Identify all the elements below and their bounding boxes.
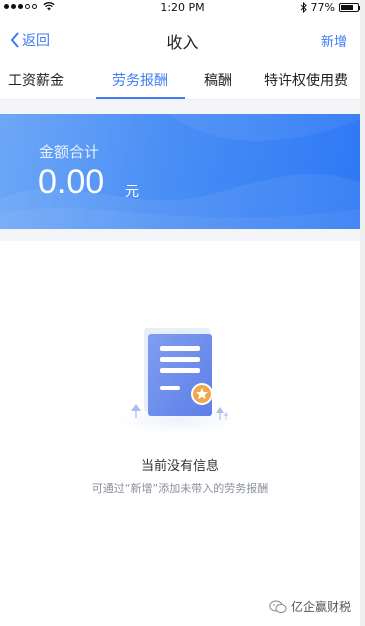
total-amount-value: 0.00 (38, 163, 105, 201)
wechat-icon (269, 600, 287, 613)
bluetooth-icon (300, 2, 307, 13)
scrollbar-track (360, 0, 365, 626)
add-button[interactable]: 新增 (321, 31, 347, 50)
battery-percent: 77% (310, 1, 335, 14)
tab-bar: 工资薪金 劳务报酬 稿酬 特许权使用费 (0, 62, 360, 100)
tab-author-remuneration[interactable]: 稿酬 (204, 70, 232, 90)
section-divider (0, 100, 360, 114)
tab-royalties[interactable]: 特许权使用费 (264, 70, 348, 90)
active-tab-indicator (96, 97, 185, 99)
currency-unit: 元 (125, 184, 139, 200)
tab-labor-remuneration[interactable]: 劳务报酬 (112, 70, 168, 90)
tab-salary[interactable]: 工资薪金 (8, 70, 64, 90)
empty-state-title: 当前没有信息 (140, 459, 219, 474)
section-divider (0, 229, 360, 241)
battery-fill (341, 5, 354, 10)
watermark: 亿企赢财税 (269, 598, 351, 615)
total-amount-label: 金额合计 (39, 143, 100, 161)
status-right: 77% (300, 1, 361, 14)
nav-bar: 返回 收入 新增 (0, 20, 365, 60)
summary-card: 金额合计 0.00 元 (0, 114, 360, 229)
status-bar: 1:20 PM 77% (0, 0, 365, 16)
empty-document-illustration (116, 328, 240, 434)
empty-state-hint: 可通过“新增”添加未带入的劳务报酬 (91, 482, 269, 495)
battery-icon (339, 3, 361, 12)
watermark-text: 亿企赢财税 (290, 600, 351, 614)
page-title: 收入 (166, 33, 199, 52)
